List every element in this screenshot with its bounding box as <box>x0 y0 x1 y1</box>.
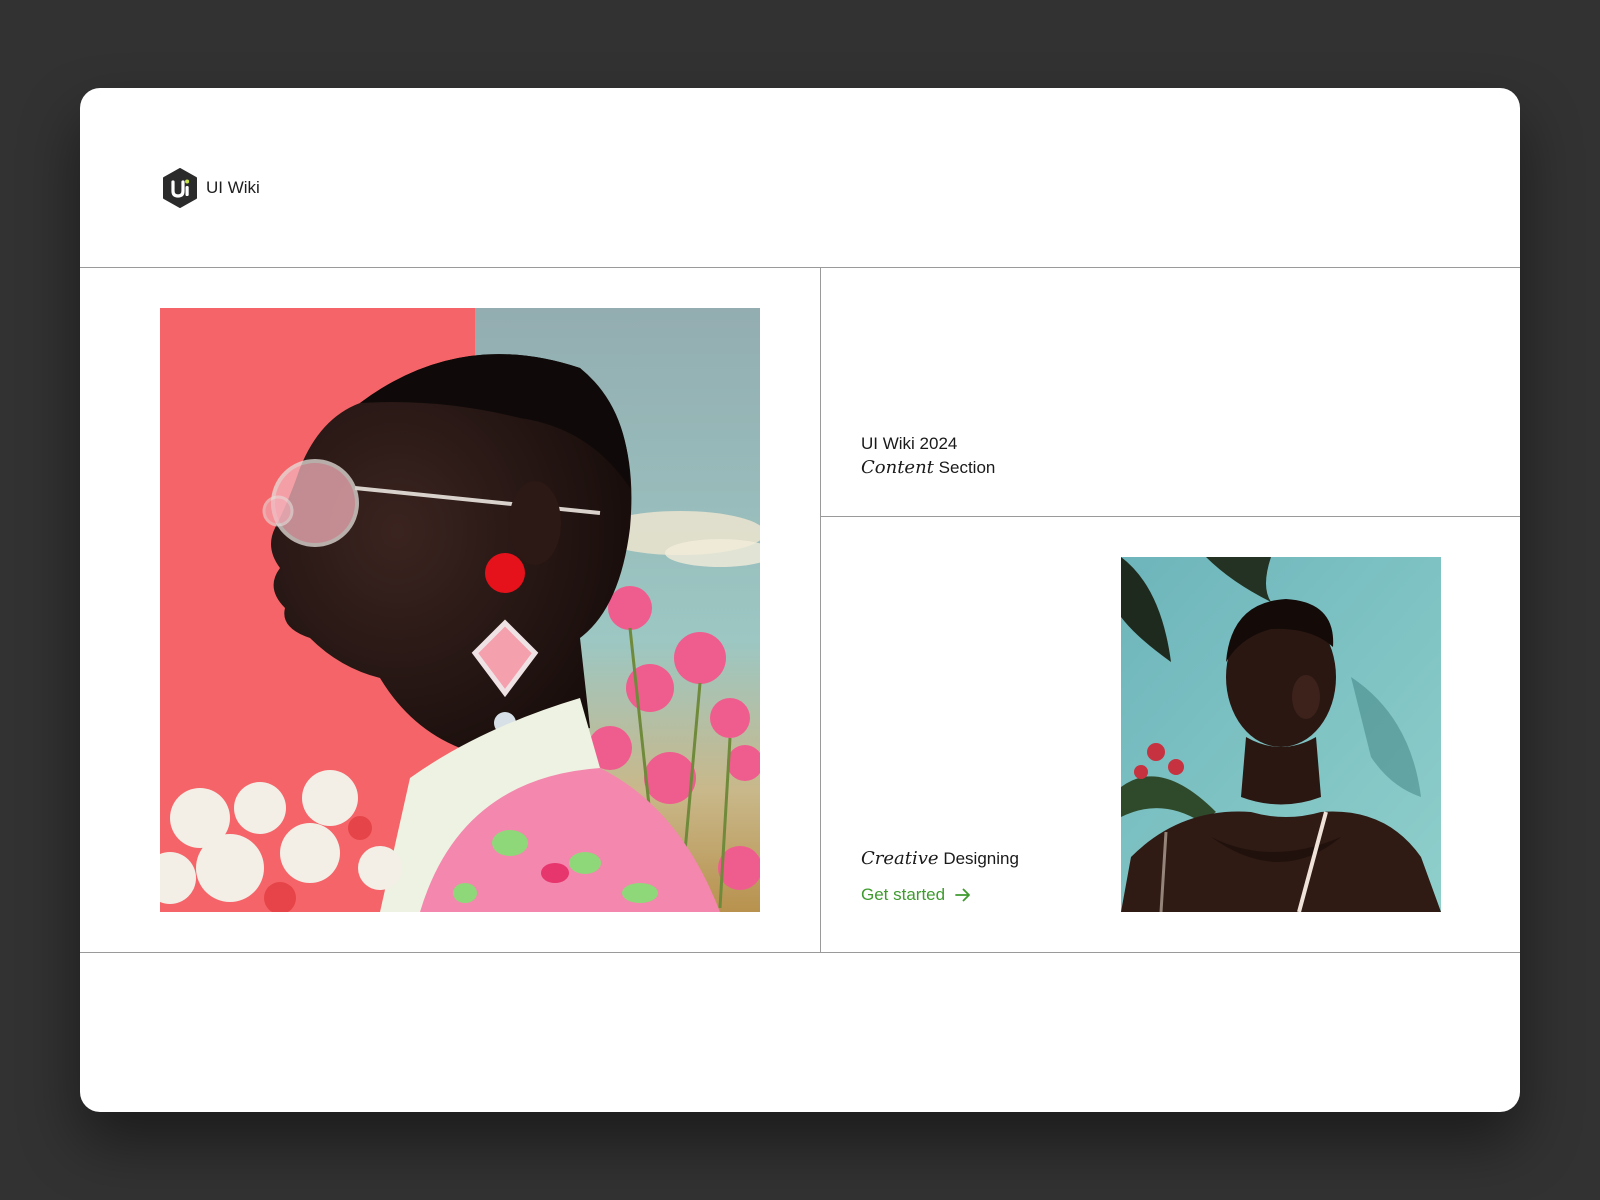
section-heading: UI Wiki 2024 Content Section <box>861 432 995 480</box>
brand-name: UI Wiki <box>206 178 260 197</box>
section-year-title: UI Wiki 2024 <box>861 434 958 453</box>
get-started-label: Get started <box>861 885 946 904</box>
feature-title-rest: Designing <box>943 849 1019 868</box>
brand-logo[interactable]: UI Wiki <box>162 168 260 208</box>
feature-panel: Creative Designing Get started <box>821 517 1520 953</box>
header: UI Wiki <box>80 88 1520 268</box>
content-card: UI Wiki UI Wiki 2024 Content Section Cre… <box>80 88 1520 1112</box>
portrait-image <box>1121 557 1441 912</box>
logo-icon <box>163 168 197 208</box>
feature-title: Creative Designing <box>861 847 1019 871</box>
hero-image <box>160 308 760 912</box>
hero-column <box>80 268 821 953</box>
main-content: UI Wiki 2024 Content Section Creative De… <box>80 268 1520 953</box>
arrow-right-icon <box>955 888 971 902</box>
section-heading-panel: UI Wiki 2024 Content Section <box>821 268 1520 517</box>
get-started-link[interactable]: Get started <box>861 885 971 905</box>
feature-title-italic: Creative <box>861 848 939 869</box>
section-subtitle-italic: Content <box>861 457 934 478</box>
section-subtitle-rest: Section <box>938 458 996 477</box>
section-subtitle: Content Section <box>861 456 995 480</box>
